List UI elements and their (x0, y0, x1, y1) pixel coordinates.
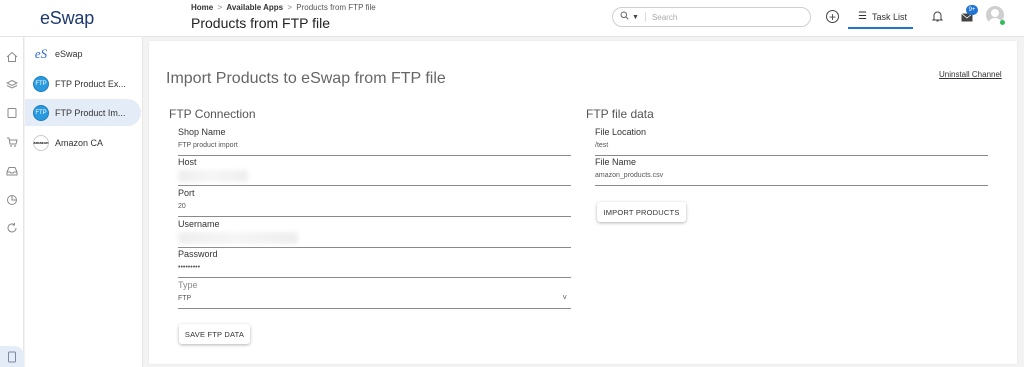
port-label: Port (178, 188, 195, 198)
add-icon[interactable]: + (826, 10, 839, 23)
ftp-connection-title: FTP Connection (169, 107, 256, 121)
port-value: 20 (178, 203, 186, 210)
book-icon[interactable] (5, 106, 19, 120)
breadcrumb-separator: > (287, 3, 293, 12)
shop-name-label: Shop Name (178, 127, 226, 137)
mail-count-badge: 9+ (966, 5, 978, 15)
breadcrumb-separator: > (217, 3, 223, 12)
sidebar-item-eswap[interactable]: eS eSwap (25, 40, 141, 67)
sidebar-item-ftp-product-import[interactable]: FTP FTP Product Im... (25, 99, 141, 126)
port-field[interactable]: Port 20 (178, 188, 571, 217)
breadcrumb-current: Products from FTP file (296, 3, 376, 12)
file-name-field[interactable]: File Name amazon_products.csv (595, 157, 988, 186)
password-label: Password (178, 249, 218, 259)
sidebar-item-ftp-product-export[interactable]: FTP FTP Product Ex... (25, 70, 141, 97)
chart-pie-icon[interactable] (5, 193, 19, 207)
breadcrumb: Home > Available Apps > Products from FT… (191, 3, 376, 12)
username-label: Username (178, 219, 220, 229)
task-list-tab[interactable]: ☰ Task List (848, 8, 913, 30)
sidebar-item-label: Amazon CA (55, 137, 104, 148)
password-field[interactable]: Password ••••••••• (178, 249, 571, 278)
uninstall-channel-link[interactable]: Uninstall Channel (939, 70, 1002, 79)
page-title: Products from FTP file (191, 15, 331, 31)
chevron-down-icon[interactable]: ˅ (562, 293, 567, 302)
search-scope-dropdown[interactable]: ▼ (632, 14, 639, 21)
ftp-logo-icon: FTP (33, 75, 49, 92)
layers-icon[interactable] (5, 78, 19, 92)
online-status-dot (1000, 20, 1005, 25)
main-title: Import Products to eSwap from FTP file (166, 70, 446, 87)
task-list-underline (848, 27, 913, 29)
sync-icon[interactable] (5, 221, 19, 235)
password-value: ••••••••• (178, 264, 201, 271)
save-ftp-data-button[interactable]: SAVE FTP DATA (179, 324, 250, 344)
type-value: FTP (178, 295, 192, 302)
username-field[interactable]: Username (178, 219, 571, 248)
file-location-label: File Location (595, 127, 647, 137)
host-value-redacted (178, 170, 248, 182)
breadcrumb-home[interactable]: Home (191, 3, 213, 12)
sidebar-item-label: eSwap (55, 48, 83, 59)
host-label: Host (178, 157, 197, 167)
file-name-label: File Name (595, 157, 637, 167)
amazon-logo-icon: amazon (33, 134, 49, 151)
apps-sidebar: eS eSwap FTP FTP Product Ex... FTP FTP P… (25, 37, 143, 367)
file-location-value: /test (595, 142, 609, 149)
shop-name-value: FTP product import (178, 142, 238, 149)
eswap-logo-icon: eS (34, 45, 48, 61)
shop-name-field[interactable]: Shop Name FTP product import (178, 127, 571, 156)
breadcrumb-available-apps[interactable]: Available Apps (226, 3, 283, 12)
import-products-button[interactable]: IMPORT PRODUCTS (597, 202, 686, 222)
type-select[interactable]: Type FTP ˅ (178, 280, 571, 309)
type-label: Type (178, 280, 198, 290)
inbox-icon[interactable] (5, 164, 19, 178)
ftp-logo-icon: FTP (33, 104, 49, 121)
sidebar-item-label: FTP Product Im... (55, 107, 126, 118)
ftp-file-data-title: FTP file data (586, 107, 654, 121)
top-bar: eSwap Home > Available Apps > Products f… (0, 0, 1024, 37)
sidebar-item-label: FTP Product Ex... (55, 78, 126, 89)
search-icon (620, 11, 629, 23)
task-list-label: Task List (871, 12, 907, 22)
bell-icon[interactable] (929, 8, 945, 24)
file-name-value: amazon_products.csv (595, 172, 664, 179)
search-box[interactable]: ▼ (612, 7, 811, 27)
search-divider (644, 12, 646, 22)
brand-logo[interactable]: eSwap (40, 8, 94, 29)
main-card: Import Products to eSwap from FTP file U… (149, 41, 1017, 364)
username-value-redacted (178, 232, 298, 244)
avatar-head (991, 9, 999, 17)
host-field[interactable]: Host (178, 157, 571, 186)
icon-rail (0, 0, 24, 367)
cart-icon[interactable] (5, 135, 19, 149)
home-icon[interactable] (5, 50, 19, 64)
list-icon: ☰ (858, 11, 867, 22)
search-input[interactable] (651, 12, 792, 22)
tablet-icon[interactable] (0, 346, 24, 367)
file-location-field[interactable]: File Location /test (595, 127, 988, 156)
sidebar-item-amazon-ca[interactable]: amazon Amazon CA (25, 129, 141, 156)
